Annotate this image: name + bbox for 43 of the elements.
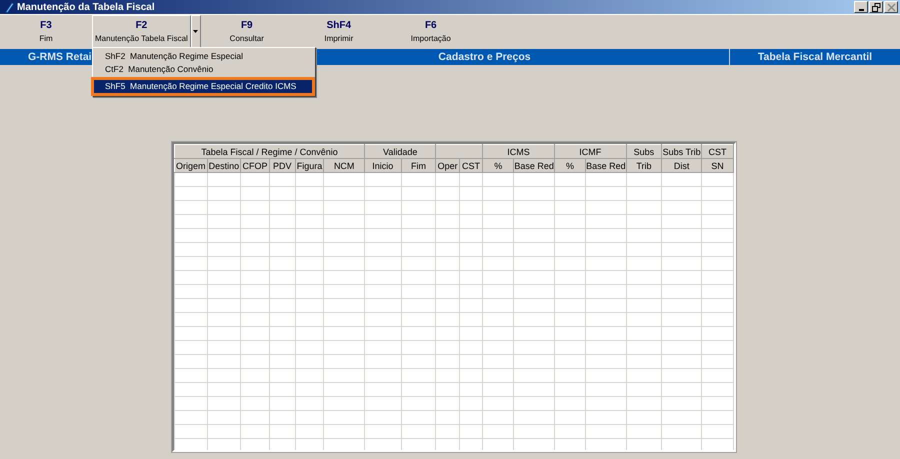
column-header: Destino — [208, 160, 240, 170]
column-header: CFOP — [242, 160, 268, 170]
column-header: Dist — [674, 160, 690, 170]
group-header: Subs — [634, 146, 654, 156]
column-header: CST — [462, 160, 480, 170]
close-button[interactable] — [884, 1, 898, 13]
column-header: Inicio — [372, 160, 394, 170]
minimize-icon — [858, 8, 864, 10]
column-header: NCM — [334, 160, 354, 170]
column-header: Figura — [296, 160, 322, 170]
menu-item[interactable]: CtF2 Manutenção Convênio — [93, 63, 316, 76]
group-header: Tabela Fiscal / Regime / Convênio — [201, 146, 338, 156]
restore-button[interactable] — [869, 1, 883, 13]
column-header: Origem — [176, 160, 206, 170]
column-header: Oper — [438, 160, 458, 170]
caret-icon — [193, 30, 198, 33]
column-header: Trib — [636, 160, 652, 170]
minimize-button[interactable] — [854, 1, 868, 13]
column-header: PDV — [273, 160, 292, 170]
menu-item[interactable]: ShF5 Manutenção Regime Especial Credito ICMS — [91, 77, 316, 96]
toolbar-button[interactable]: F6 Importação — [384, 15, 477, 48]
band-title: Cadastro e Preços — [438, 51, 531, 63]
column-header: SN — [711, 160, 724, 170]
group-header: Validade — [383, 146, 418, 156]
column-header: % — [566, 160, 574, 170]
band-text: G-RMS Retai — [28, 51, 92, 63]
column-header: Fim — [410, 160, 426, 170]
group-header: ICMS — [507, 146, 530, 156]
group-header: Subs Trib — [662, 146, 701, 156]
column-header: % — [494, 160, 502, 170]
pen-icon — [4, 2, 14, 12]
band-title: Tabela Fiscal Mercantil — [758, 51, 872, 63]
column-header: Base Red — [514, 160, 554, 170]
menu-item[interactable]: ShF2 Manutenção Regime Especial — [93, 50, 316, 63]
window-title: Manutenção da Tabela Fiscal — [17, 2, 156, 12]
toolbar-button[interactable]: F3 Fim — [0, 15, 92, 48]
toolbar-button[interactable]: ShF4 Imprimir — [292, 15, 385, 48]
close-icon — [886, 2, 896, 12]
group-header: ICMF — [579, 146, 602, 156]
restore-icon — [872, 2, 880, 12]
group-header: CST — [708, 146, 727, 156]
toolbar-button[interactable]: F9 Consultar — [200, 15, 293, 48]
column-header: Base Red — [586, 160, 626, 170]
